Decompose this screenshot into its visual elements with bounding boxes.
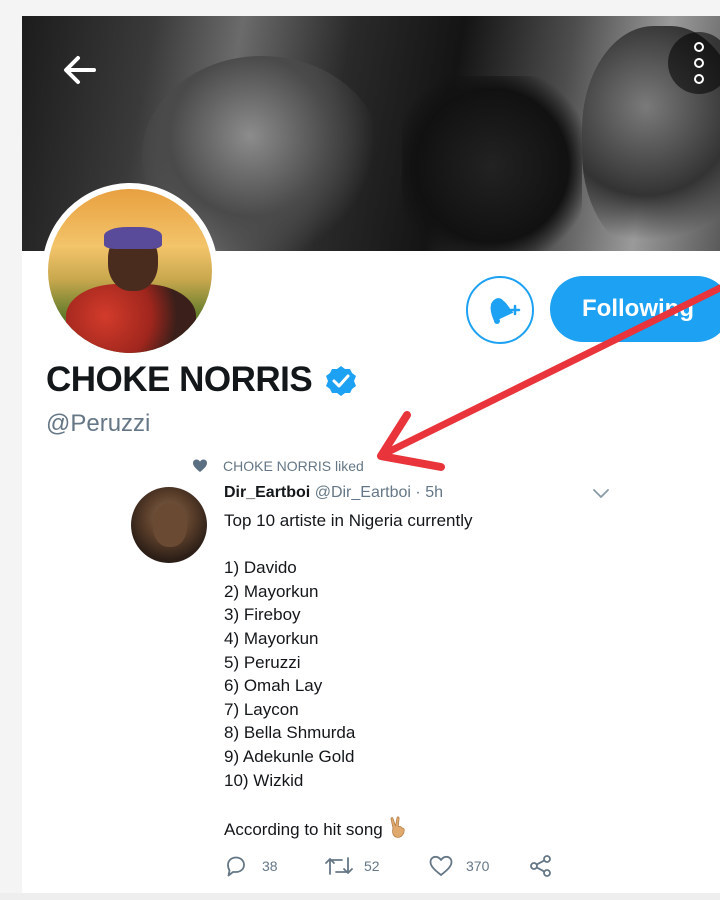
share-icon	[530, 855, 551, 877]
profile-avatar[interactable]	[42, 183, 218, 359]
tweet-list-item: 6) Omah Lay	[224, 676, 323, 696]
notifications-button[interactable]	[466, 276, 534, 344]
victory-hand-emoji	[390, 816, 405, 838]
retweet-button[interactable]: 52	[324, 852, 384, 880]
tweet-list-item: 8) Bella Shmurda	[224, 723, 356, 743]
tweet-header: Dir_Eartboi @Dir_Eartboi · 5h	[224, 484, 443, 502]
liked-banner-text: CHOKE NORRIS liked	[223, 458, 364, 474]
screenshot-border-left	[0, 0, 22, 900]
share-button[interactable]	[528, 852, 556, 880]
tweet-list-item: 9) Adekunle Gold	[224, 746, 355, 766]
profile-handle: @Peruzzi	[46, 410, 151, 437]
retweet-icon	[325, 857, 353, 875]
like-count: 370	[466, 858, 490, 874]
screenshot-border-bottom	[0, 893, 720, 900]
retweet-count: 52	[364, 858, 380, 874]
arrow-left-icon	[64, 56, 96, 84]
profile-display-name: CHOKE NORRIS	[46, 360, 313, 399]
tweet-list-item: 3) Fireboy	[224, 605, 301, 625]
tweet-author-name[interactable]: Dir_Eartboi	[224, 484, 310, 501]
reply-count: 38	[262, 858, 278, 874]
reply-button[interactable]: 38	[224, 852, 284, 880]
tweet-author-avatar[interactable]	[131, 487, 207, 563]
tweet-list-item: 2) Mayorkun	[224, 581, 319, 601]
screenshot-border-top	[0, 0, 720, 16]
tweet-list-item: 5) Peruzzi	[224, 652, 301, 672]
back-button[interactable]	[60, 50, 100, 90]
tweet-list-item: 10) Wizkid	[224, 770, 304, 790]
tweet-outro: According to hit song	[224, 819, 383, 839]
tweet-list-item: 7) Laycon	[224, 699, 299, 719]
tweet-text: Top 10 artiste in Nigeria currently 1) D…	[224, 509, 473, 839]
more-vertical-icon	[694, 42, 704, 52]
heart-icon	[193, 459, 207, 472]
chevron-down-icon[interactable]	[592, 486, 610, 500]
following-button[interactable]: Following	[550, 276, 720, 342]
tweet-meta: @Dir_Eartboi · 5h	[314, 484, 443, 501]
tweet-intro: Top 10 artiste in Nigeria currently	[224, 511, 473, 530]
tweet-list-item: 4) Mayorkun	[224, 628, 319, 648]
tweet-list-item: 1) Davido	[224, 558, 297, 578]
verified-badge-icon	[326, 366, 356, 396]
bell-plus-icon	[490, 298, 521, 324]
like-button[interactable]: 370	[428, 852, 498, 880]
heart-outline-icon	[429, 855, 453, 876]
reply-icon	[227, 856, 245, 877]
